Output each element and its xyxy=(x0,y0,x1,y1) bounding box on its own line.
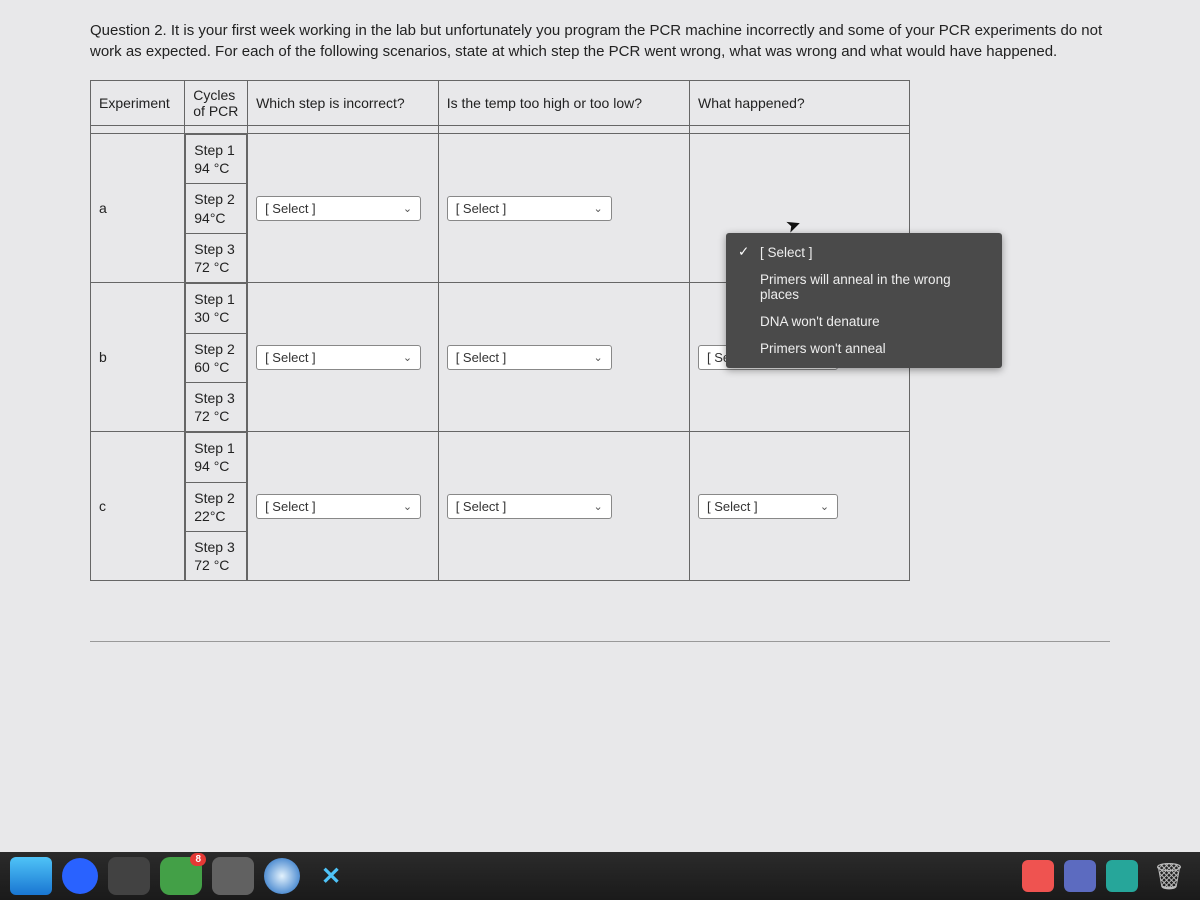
step-temp: 72 °C xyxy=(194,557,229,573)
select-value: [ Select ] xyxy=(456,499,507,514)
step-temp: 72 °C xyxy=(194,408,229,424)
step-temp: 30 °C xyxy=(194,309,229,325)
step-temp: 94 °C xyxy=(194,160,229,176)
divider xyxy=(90,641,1110,642)
which-step-select[interactable]: [ Select ] ⌄ xyxy=(256,196,421,221)
steps-list: Step 1 94 °C Step 2 94°C Step 3 72 °C xyxy=(185,134,247,282)
badge-count: 8 xyxy=(190,853,206,866)
step-label: Step 3 xyxy=(194,390,234,406)
trash-icon[interactable]: 🗑 xyxy=(1148,857,1190,895)
question-body: It is your first week working in the lab… xyxy=(90,22,1102,60)
messages-icon[interactable]: 8 xyxy=(160,857,202,895)
step-temp: 94°C xyxy=(194,210,225,226)
header-which-step: Which step is incorrect? xyxy=(248,81,439,126)
step-temp: 94 °C xyxy=(194,458,229,474)
app-icon[interactable] xyxy=(1064,860,1096,892)
dropdown-option[interactable]: DNA won't denature xyxy=(726,308,1002,335)
chevron-down-icon: ⌄ xyxy=(403,351,412,364)
taskbar: 8 ✕ 🗑 xyxy=(0,852,1200,900)
chevron-down-icon: ⌄ xyxy=(820,500,829,513)
finder-icon[interactable] xyxy=(10,857,52,895)
step-label: Step 2 xyxy=(194,341,234,357)
select-value: [ Select ] xyxy=(265,201,316,216)
app-icon[interactable] xyxy=(62,858,98,894)
step-label: Step 2 xyxy=(194,490,234,506)
step-label: Step 1 xyxy=(194,291,234,307)
step-label: Step 3 xyxy=(194,539,234,555)
what-happened-dropdown[interactable]: [ Select ] Primers will anneal in the wr… xyxy=(726,233,1002,368)
experiment-id: c xyxy=(91,432,185,581)
chevron-down-icon: ⌄ xyxy=(403,202,412,215)
step-label: Step 1 xyxy=(194,142,234,158)
experiment-id: a xyxy=(91,134,185,283)
step-label: Step 2 xyxy=(194,191,234,207)
safari-icon[interactable] xyxy=(264,858,300,894)
chevron-down-icon: ⌄ xyxy=(403,500,412,513)
select-value: [ Select ] xyxy=(265,350,316,365)
step-temp: 72 °C xyxy=(194,259,229,275)
temp-select[interactable]: [ Select ] ⌄ xyxy=(447,196,612,221)
table-row: c Step 1 94 °C Step 2 22°C Step 3 72 °C [ S… xyxy=(91,432,910,581)
app-icon[interactable] xyxy=(108,857,150,895)
close-icon[interactable]: ✕ xyxy=(310,857,352,895)
question-prompt: Question 2. It is your first week workin… xyxy=(90,20,1110,62)
app-icon[interactable] xyxy=(212,857,254,895)
header-cycles: Cycles of PCR xyxy=(185,81,248,126)
experiment-id: b xyxy=(91,283,185,432)
chevron-down-icon: ⌄ xyxy=(593,202,602,215)
select-value: [ Select ] xyxy=(265,499,316,514)
select-value: [ Select ] xyxy=(456,201,507,216)
app-icon[interactable] xyxy=(1022,860,1054,892)
what-happened-select[interactable]: [ Select ] ⌄ xyxy=(698,494,838,519)
dropdown-option[interactable]: Primers will anneal in the wrong places xyxy=(726,266,1002,308)
app-icon[interactable] xyxy=(1106,860,1138,892)
header-temp: Is the temp too high or too low? xyxy=(438,81,689,126)
step-label: Step 3 xyxy=(194,241,234,257)
steps-list: Step 1 94 °C Step 2 22°C Step 3 72 °C xyxy=(185,432,247,580)
question-number: Question 2. xyxy=(90,22,167,39)
chevron-down-icon: ⌄ xyxy=(593,500,602,513)
select-value: [ Select ] xyxy=(456,350,507,365)
header-experiment: Experiment xyxy=(91,81,185,126)
step-temp: 60 °C xyxy=(194,359,229,375)
step-label: Step 1 xyxy=(194,440,234,456)
chevron-down-icon: ⌄ xyxy=(593,351,602,364)
select-value: [ Select ] xyxy=(707,499,758,514)
which-step-select[interactable]: [ Select ] ⌄ xyxy=(256,345,421,370)
steps-list: Step 1 30 °C Step 2 60 °C Step 3 72 °C xyxy=(185,283,247,431)
header-what: What happened? xyxy=(690,81,910,126)
step-temp: 22°C xyxy=(194,508,225,524)
dropdown-option[interactable]: Primers won't anneal xyxy=(726,335,1002,362)
temp-select[interactable]: [ Select ] ⌄ xyxy=(447,345,612,370)
which-step-select[interactable]: [ Select ] ⌄ xyxy=(256,494,421,519)
temp-select[interactable]: [ Select ] ⌄ xyxy=(447,494,612,519)
dropdown-option[interactable]: [ Select ] xyxy=(726,239,1002,266)
